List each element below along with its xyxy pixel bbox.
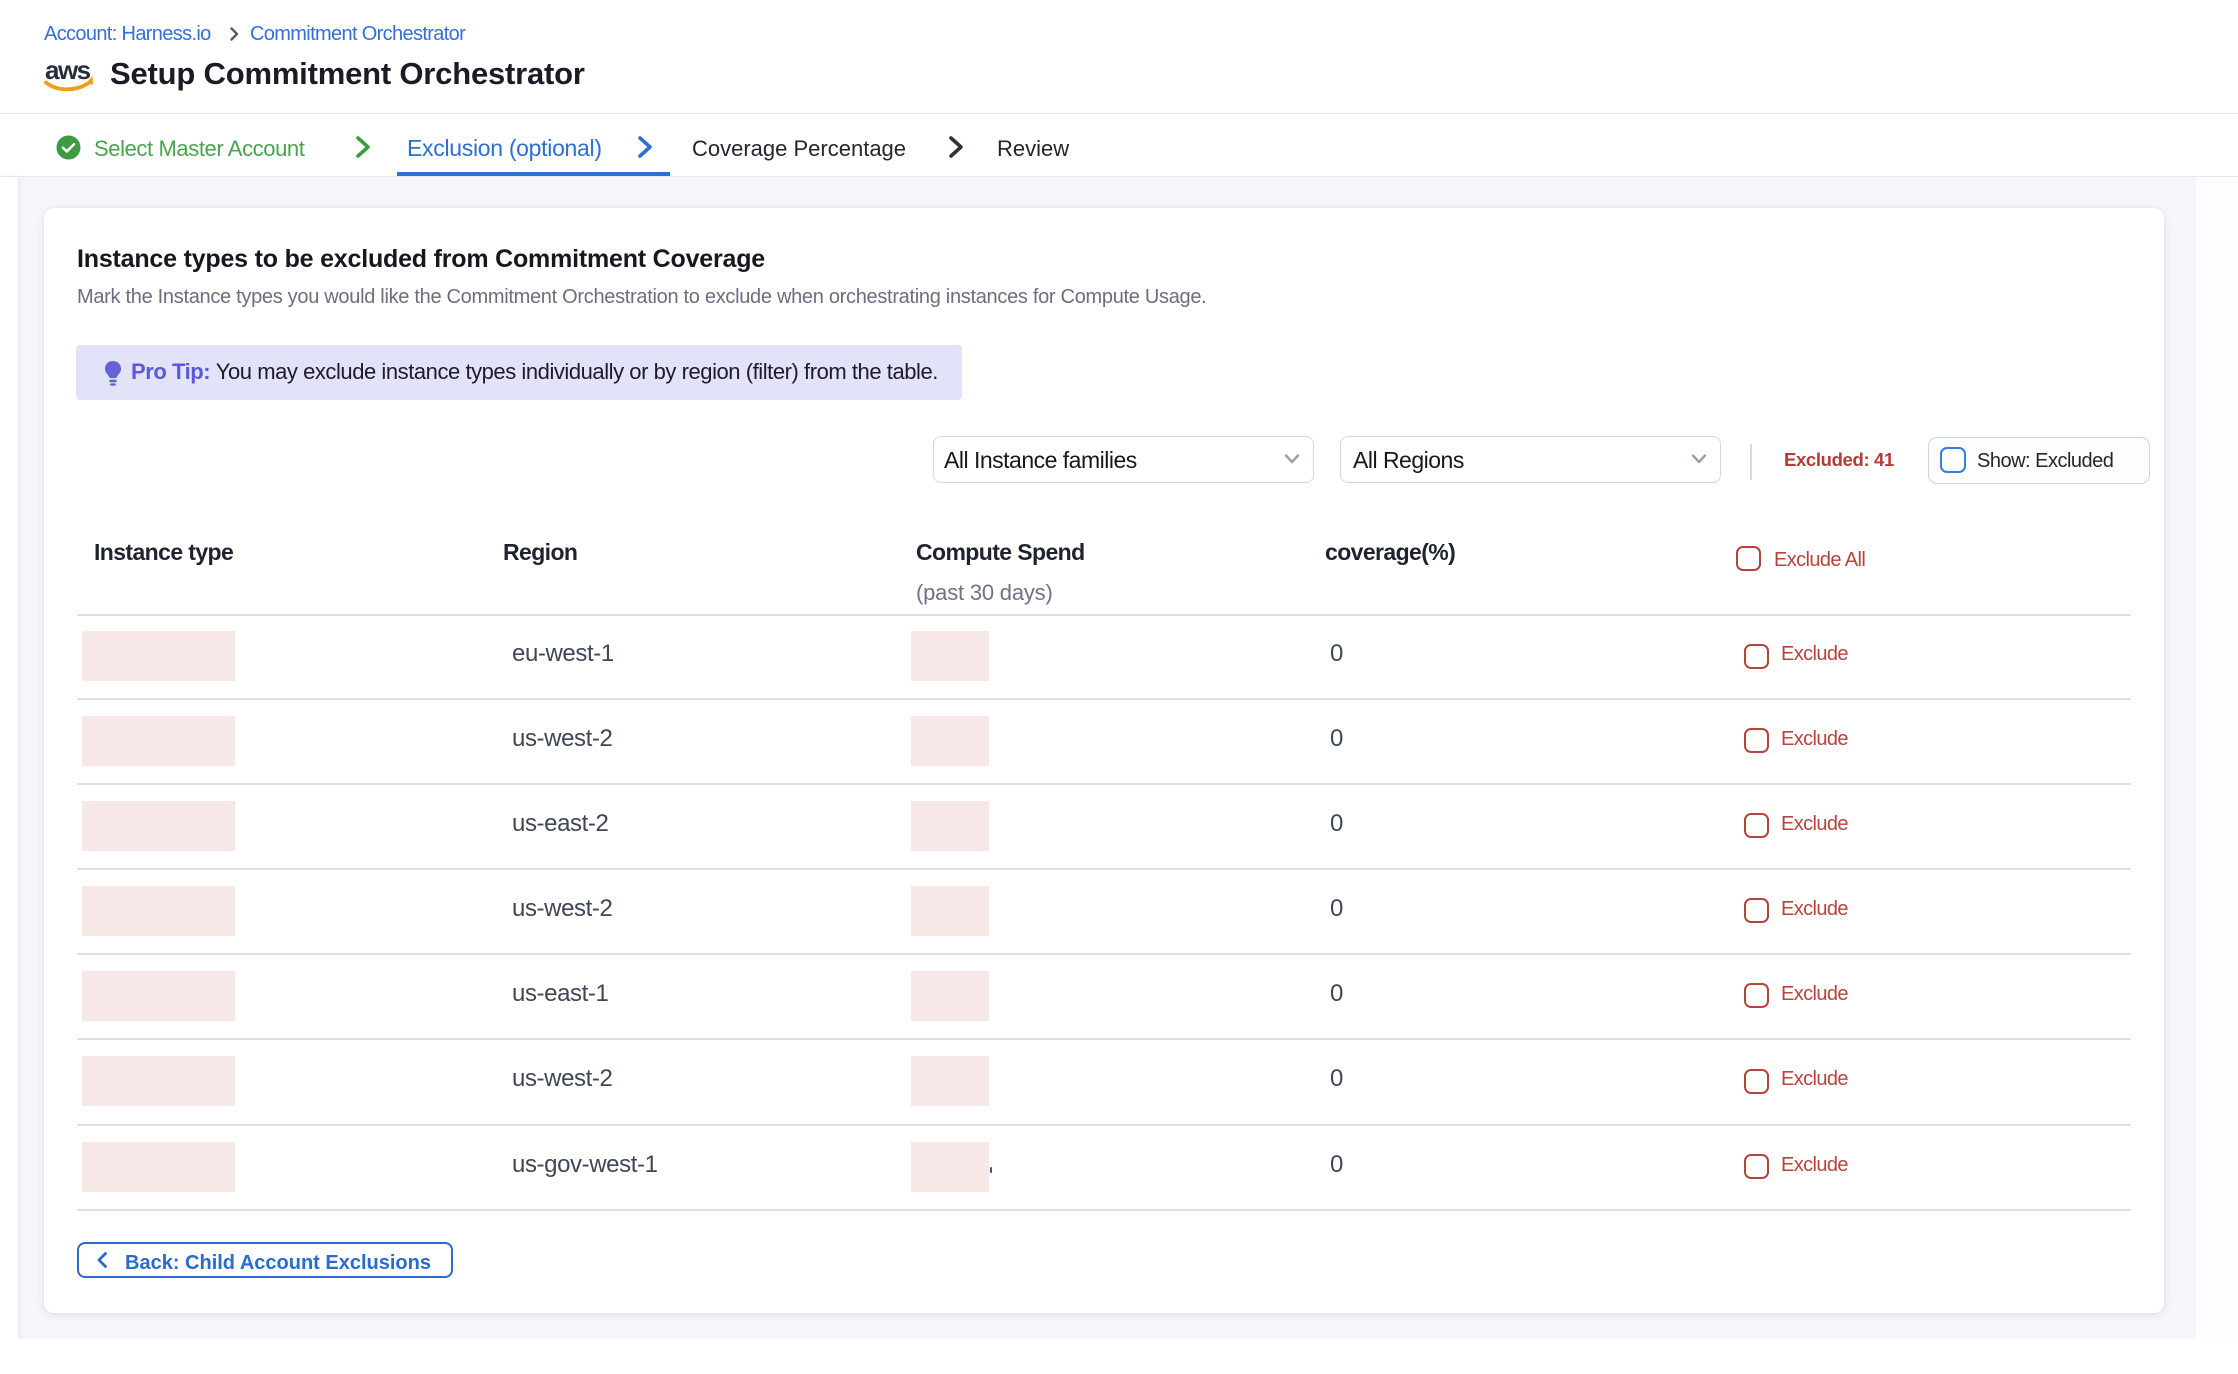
svg-text:aws: aws	[45, 57, 91, 85]
